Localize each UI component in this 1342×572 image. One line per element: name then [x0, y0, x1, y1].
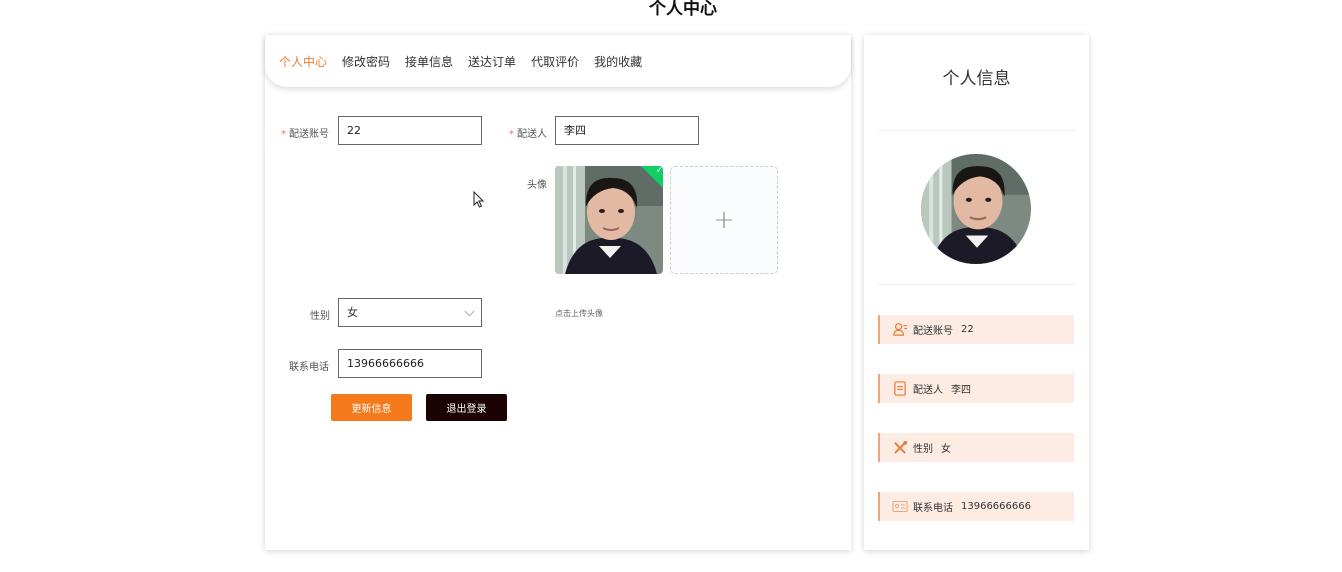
id-card-icon [892, 499, 908, 515]
avatar-label: 头像 [527, 180, 547, 191]
name-input[interactable]: 李四 [555, 116, 699, 145]
plus-icon: + [713, 205, 735, 235]
update-info-button[interactable]: 更新信息 [331, 394, 412, 421]
divider [878, 284, 1076, 285]
tab-pickup-reviews[interactable]: 代取评价 [531, 53, 579, 70]
profile-row-label: 联系电话 [913, 503, 953, 514]
avatar-upload-button[interactable]: + [670, 166, 778, 274]
profile-row-label: 配送账号 [913, 326, 953, 337]
tab-personal-center[interactable]: 个人中心 [279, 53, 327, 70]
profile-edit-card: 个人中心 修改密码 接单信息 送达订单 代取评价 我的收藏 * 配送账号 22 *… [265, 35, 851, 550]
gender-label: 性别 [310, 311, 330, 322]
required-mark: * [281, 129, 286, 140]
profile-row-value: 13966666666 [961, 501, 1031, 512]
tab-order-info[interactable]: 接单信息 [405, 53, 453, 70]
profile-avatar [921, 154, 1031, 264]
profile-row-name: 配送人 李四 [878, 374, 1074, 403]
page-title: 个人中心 [649, 0, 717, 19]
required-mark: * [509, 129, 514, 140]
check-icon: ✓ [655, 166, 663, 176]
document-icon [892, 381, 908, 397]
account-input[interactable]: 22 [338, 116, 482, 145]
tab-bar: 个人中心 修改密码 接单信息 送达订单 代取评价 我的收藏 [265, 35, 851, 87]
name-label: * 配送人 [509, 129, 547, 140]
logout-button[interactable]: 退出登录 [426, 394, 507, 421]
account-label: * 配送账号 [281, 129, 329, 140]
profile-row-value: 李四 [951, 385, 971, 396]
profile-row-label: 配送人 [913, 385, 943, 396]
upload-tip: 点击上传头像 [555, 309, 603, 318]
divider [878, 130, 1076, 131]
avatar-image[interactable]: ✓ [555, 166, 663, 274]
profile-row-label: 性别 [913, 444, 933, 455]
user-card-icon [892, 322, 908, 338]
tab-change-password[interactable]: 修改密码 [342, 53, 390, 70]
gender-select-value: 女 [347, 306, 358, 319]
tools-icon [892, 440, 908, 456]
profile-row-phone: 联系电话 13966666666 [878, 492, 1074, 521]
profile-row-value: 女 [941, 444, 951, 455]
profile-info-card: 个人信息 配送账号 22 配送人 李四 性别 女 联系电话 1396666666… [864, 35, 1089, 550]
chevron-down-icon [464, 306, 475, 317]
profile-info-title: 个人信息 [942, 69, 1011, 89]
profile-row-account: 配送账号 22 [878, 315, 1074, 344]
phone-label: 联系电话 [289, 362, 329, 373]
mouse-cursor-icon [473, 191, 485, 208]
profile-row-value: 22 [961, 324, 974, 335]
phone-input[interactable]: 13966666666 [338, 349, 482, 378]
tab-delivered-orders[interactable]: 送达订单 [468, 53, 516, 70]
tab-my-favorites[interactable]: 我的收藏 [594, 53, 642, 70]
gender-select[interactable]: 女 [338, 298, 482, 327]
profile-row-gender: 性别 女 [878, 433, 1074, 462]
